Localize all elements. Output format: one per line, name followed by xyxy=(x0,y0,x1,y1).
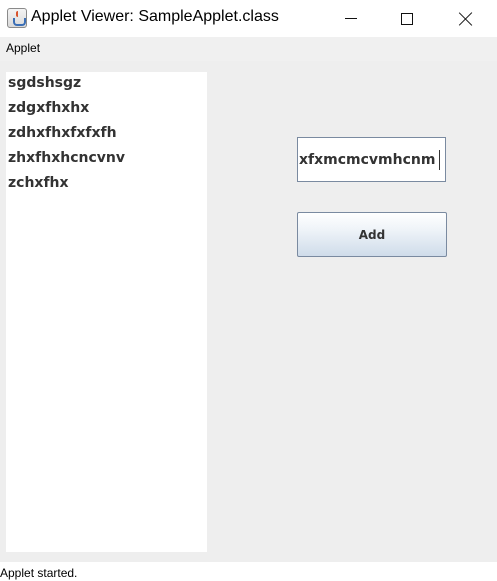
minimize-button[interactable] xyxy=(328,0,374,37)
items-list[interactable]: sgdshsgz zdgxfhxhx zdhxfhxfxfxfh zhxfhxh… xyxy=(6,72,207,552)
list-item[interactable]: zdgxfhxhx xyxy=(8,100,89,116)
title-bar: Applet Viewer: SampleApplet.class xyxy=(0,0,497,37)
menu-bar: Applet xyxy=(0,37,497,61)
list-item[interactable]: zhxfhxhcncvnv xyxy=(8,150,125,166)
add-button[interactable]: Add xyxy=(297,212,447,257)
text-field-value: xfxmcmcvmhcnm xyxy=(299,151,436,168)
maximize-button[interactable] xyxy=(384,0,430,37)
maximize-icon xyxy=(401,12,413,25)
list-item[interactable]: zchxfhx xyxy=(8,175,69,191)
window-title: Applet Viewer: SampleApplet.class xyxy=(31,8,279,25)
status-bar: Applet started. xyxy=(0,562,497,581)
java-app-icon xyxy=(7,8,27,28)
menu-applet[interactable]: Applet xyxy=(6,41,40,55)
list-item[interactable]: sgdshsgz xyxy=(8,75,81,91)
list-item[interactable]: zdhxfhxfxfxfh xyxy=(8,125,117,141)
minimize-icon xyxy=(345,18,357,19)
applet-panel: sgdshsgz zdgxfhxhx zdhxfhxfxfxfh zhxfhxh… xyxy=(0,61,497,562)
applet-viewer-window: Applet Viewer: SampleApplet.class Applet… xyxy=(0,0,497,581)
status-text: Applet started. xyxy=(0,566,78,580)
close-icon xyxy=(459,12,473,26)
item-text-field[interactable]: xfxmcmcvmhcnm xyxy=(297,137,446,182)
close-button[interactable] xyxy=(443,0,489,37)
text-caret xyxy=(439,149,441,170)
